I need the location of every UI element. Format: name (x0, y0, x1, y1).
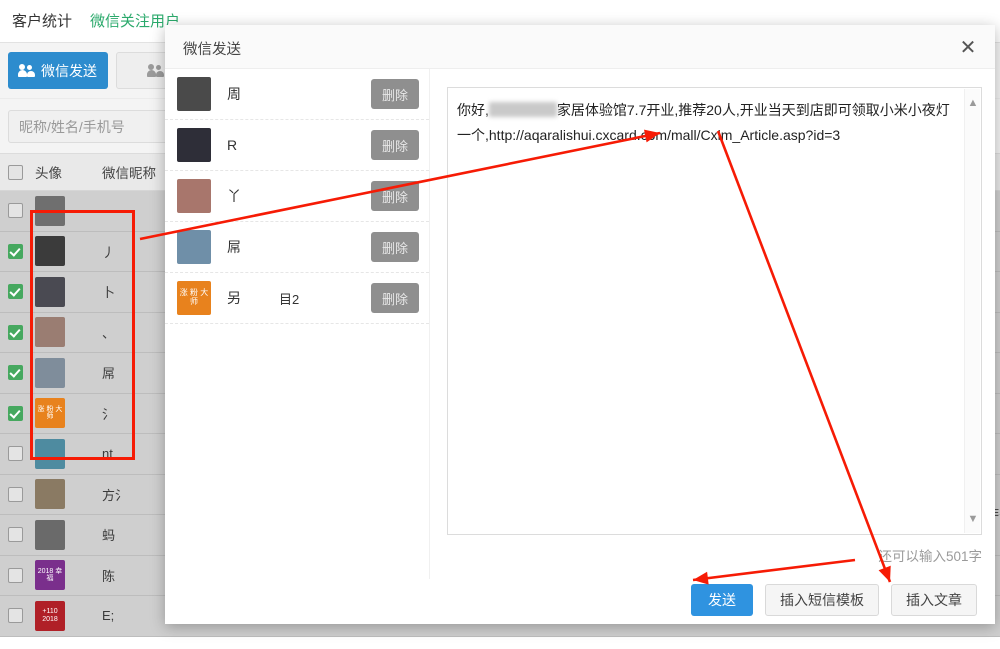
textarea-scrollbar[interactable]: ▲ ▼ (964, 89, 980, 533)
redacted-block (488, 102, 557, 117)
wechat-send-modal: 微信发送 ✕ 周删除 R 删除丫删除屌删除涨 粉 大 师另目2 删除 你好, 家居体验馆… (165, 25, 995, 624)
close-icon[interactable]: ✕ (955, 34, 981, 60)
row-checkbox[interactable] (0, 394, 30, 434)
delete-recipient-button[interactable]: 删除 (371, 283, 419, 313)
row-checkbox[interactable] (0, 232, 30, 272)
chevron-down-icon[interactable]: ▼ (965, 511, 981, 527)
select-all-checkbox[interactable] (0, 154, 30, 190)
row-avatar (30, 475, 102, 515)
recipient-avatar (177, 77, 211, 111)
recipient-avatar (177, 230, 211, 264)
recipient-item: 丫 删除 (165, 171, 429, 222)
row-avatar (30, 272, 102, 312)
row-avatar (30, 434, 102, 474)
row-checkbox[interactable] (0, 353, 30, 393)
char-count-label: 还可以输入501字 (878, 549, 982, 564)
send-button[interactable]: 发送 (691, 584, 753, 616)
delete-recipient-button[interactable]: 删除 (371, 181, 419, 211)
row-checkbox[interactable] (0, 556, 30, 596)
people-icon-secondary (147, 64, 165, 77)
row-checkbox[interactable] (0, 191, 30, 231)
column-avatar: 头像 (35, 166, 62, 181)
delete-recipient-button[interactable]: 删除 (371, 232, 419, 262)
delete-recipient-button[interactable]: 删除 (371, 130, 419, 160)
recipient-nickname: R (227, 137, 238, 153)
insert-sms-template-button[interactable]: 插入短信模板 (765, 584, 879, 616)
recipient-nickname: 周 (227, 86, 241, 102)
row-avatar (30, 515, 102, 555)
row-avatar (30, 232, 102, 272)
recipient-avatar: 涨 粉 大 师 (177, 281, 211, 315)
row-checkbox[interactable] (0, 434, 30, 474)
delete-recipient-button[interactable]: 删除 (371, 79, 419, 109)
recipient-nickname: 屌 (227, 239, 241, 255)
row-avatar (30, 191, 102, 231)
recipient-item: 屌 删除 (165, 222, 429, 273)
recipient-item: R 删除 (165, 120, 429, 171)
message-link: http://aqaralishui.cxcard.com/mall/Cxlm_… (488, 127, 841, 143)
wechat-send-button-label: 微信发送 (41, 62, 97, 79)
insert-article-button[interactable]: 插入文章 (891, 584, 977, 616)
recipient-avatar (177, 128, 211, 162)
recipient-nickname: 另 (227, 290, 241, 306)
chevron-up-icon[interactable]: ▲ (965, 95, 981, 111)
modal-body: 周删除 R 删除丫删除屌删除涨 粉 大 师另目2 删除 你好, 家居体验馆7.7开业,推… (165, 69, 995, 579)
recipient-avatar (177, 179, 211, 213)
message-prefix: 你好, (457, 102, 489, 118)
row-checkbox[interactable] (0, 596, 30, 636)
message-compose-panel: 你好, 家居体验馆7.7开业,推荐20人,开业当天到店即可领取小米小夜灯一个,ht… (430, 69, 995, 579)
row-avatar: 涨 粉 大 师 (30, 394, 102, 434)
row-avatar (30, 353, 102, 393)
row-avatar: 2018 幸福 (30, 556, 102, 596)
screen: 客户统计 微信关注用户 微信发送 关 昵称/姓名/手机号 头像 微信昵称 -丿卜… (0, 0, 1000, 649)
modal-header: 微信发送 ✕ (165, 25, 995, 69)
recipient-list: 周删除 R 删除丫删除屌删除涨 粉 大 师另目2 删除 (165, 69, 430, 579)
modal-title: 微信发送 (183, 42, 241, 58)
recipient-item: 周 删除 (165, 69, 429, 120)
wechat-send-button[interactable]: 微信发送 (8, 52, 108, 89)
row-checkbox[interactable] (0, 515, 30, 555)
modal-footer: 发送 插入短信模板 插入文章 (165, 579, 995, 624)
row-avatar: +110 2018 (30, 596, 102, 636)
row-checkbox[interactable] (0, 475, 30, 515)
message-textarea[interactable]: 你好, 家居体验馆7.7开业,推荐20人,开业当天到店即可领取小米小夜灯一个,ht… (447, 87, 982, 535)
row-checkbox[interactable] (0, 313, 30, 353)
people-icon (18, 64, 36, 77)
row-avatar (30, 313, 102, 353)
message-text: 你好, 家居体验馆7.7开业,推荐20人,开业当天到店即可领取小米小夜灯一个,ht… (457, 98, 955, 148)
row-checkbox[interactable] (0, 272, 30, 312)
recipient-name: 目2 (279, 291, 300, 307)
recipient-nickname: 丫 (227, 188, 241, 204)
recipient-item: 涨 粉 大 师另 目2 删除 (165, 273, 429, 324)
tab-customer-stats[interactable]: 客户统计 (6, 10, 78, 43)
